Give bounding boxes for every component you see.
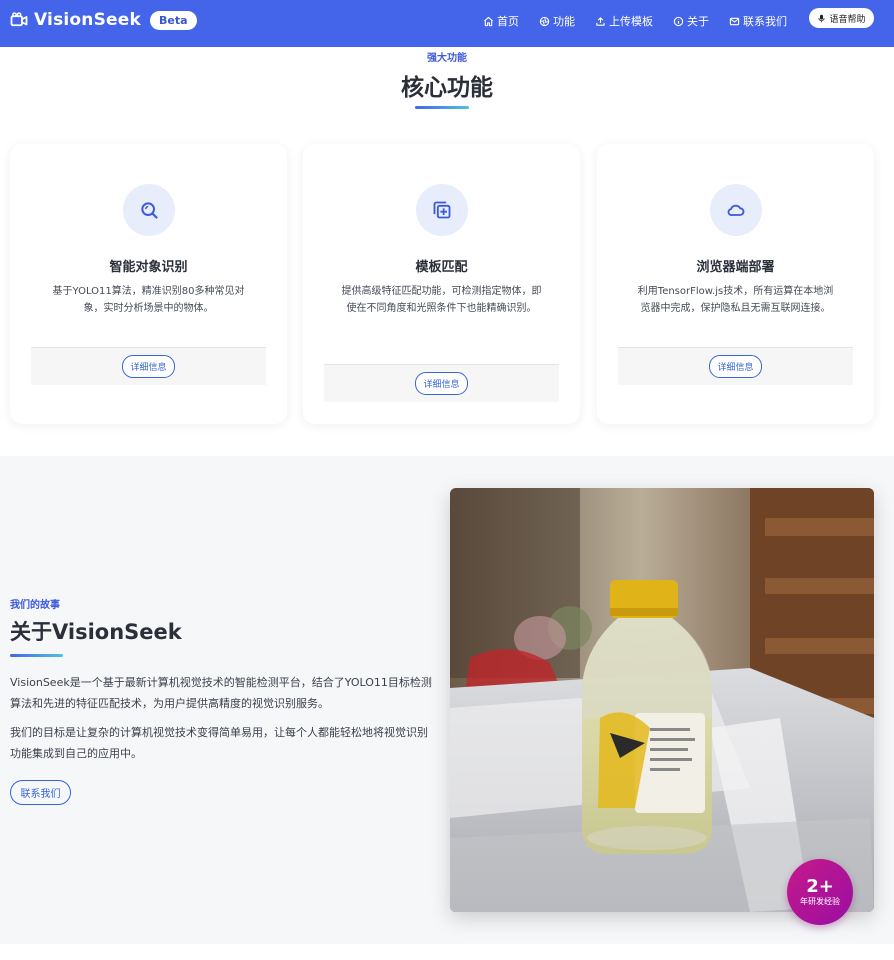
- beta-badge: Beta: [150, 10, 197, 30]
- mail-icon: [729, 17, 740, 25]
- nav-upload-label: 上传模板: [609, 15, 653, 28]
- voice-help-button[interactable]: 语音帮助: [809, 8, 874, 28]
- card-description: 利用TensorFlow.js技术，所有运算在本地浏览器中完成，保护隐私且无需互…: [637, 286, 834, 314]
- card-icon-wrap: [709, 184, 762, 236]
- aperture-icon: [539, 16, 550, 26]
- features-title-underline: [415, 106, 469, 109]
- details-button[interactable]: 详细信息: [122, 355, 175, 378]
- upload-icon: [596, 16, 605, 26]
- video-camera-icon: [10, 12, 28, 27]
- search-icon: [140, 202, 158, 219]
- nav-links: 首页 功能 上传模板 关于 联系我们: [483, 13, 787, 29]
- contact-us-button[interactable]: 联系我们: [10, 780, 71, 805]
- brand-name: VisionSeek: [34, 10, 142, 30]
- card-footer: 详细信息: [618, 347, 853, 385]
- nav-features-label: 功能: [553, 15, 575, 28]
- card-footer: 详细信息: [31, 347, 266, 385]
- nav-contact-label: 联系我们: [743, 15, 787, 28]
- card-footer: 详细信息: [324, 364, 559, 402]
- nav-about[interactable]: 关于: [673, 13, 709, 29]
- experience-label: 年研发经验: [800, 897, 840, 906]
- features-title: 核心功能: [401, 75, 493, 101]
- cloud-icon: [727, 204, 744, 216]
- card-title: 智能对象识别: [109, 260, 188, 275]
- card-icon-wrap: [415, 184, 468, 236]
- template-icon: [433, 201, 450, 219]
- nav-contact[interactable]: 联系我们: [729, 13, 787, 29]
- about-paragraph-2: 我们的目标是让复杂的计算机视觉技术变得简单易用，让每个人都能轻松地将视觉识别功能…: [10, 726, 428, 760]
- features-eyebrow: 强大功能: [427, 53, 467, 64]
- about-paragraph-1: VisionSeek是一个基于最新计算机视觉技术的智能检测平台，结合了YOLO1…: [10, 676, 432, 710]
- bottle-photo-illustration: [450, 488, 874, 912]
- info-icon: [673, 16, 684, 26]
- card-title: 模板匹配: [415, 260, 468, 275]
- feature-card-browser-deploy: 浏览器端部署 利用TensorFlow.js技术，所有运算在本地浏览器中完成，保…: [597, 144, 874, 424]
- nav-upload-template[interactable]: 上传模板: [595, 13, 653, 29]
- nav-home[interactable]: 首页: [483, 13, 519, 29]
- card-title: 浏览器端部署: [696, 260, 775, 275]
- nav-home-label: 首页: [497, 15, 519, 28]
- experience-number: 2+: [806, 876, 834, 897]
- about-title: 关于VisionSeek: [10, 620, 182, 644]
- feature-card-object-detection: 智能对象识别 基于YOLO11算法，精准识别80多种常见对象，实时分析场景中的物…: [10, 144, 287, 424]
- brand[interactable]: VisionSeek Beta: [10, 10, 197, 30]
- feature-card-template-matching: 模板匹配 提供高级特征匹配功能，可检测指定物体，即使在不同角度和光照条件下也能精…: [303, 144, 580, 424]
- microphone-icon: [818, 14, 826, 22]
- about-title-underline: [10, 654, 63, 657]
- details-button[interactable]: 详细信息: [415, 372, 468, 395]
- about-photo: [450, 488, 874, 912]
- navbar: VisionSeek Beta 首页 功能 上传模板 关于 联系我们 语音帮助: [0, 0, 894, 47]
- card-icon-wrap: [122, 184, 175, 236]
- card-description: 基于YOLO11算法，精准识别80多种常见对象，实时分析场景中的物体。: [52, 286, 245, 314]
- nav-about-label: 关于: [687, 15, 709, 28]
- nav-features[interactable]: 功能: [539, 13, 575, 29]
- voice-help-label: 语音帮助: [829, 14, 866, 25]
- card-description: 提供高级特征匹配功能，可检测指定物体，即使在不同角度和光照条件下也能精确识别。: [341, 286, 542, 314]
- experience-badge: 2+ 年研发经验: [787, 859, 853, 925]
- about-eyebrow: 我们的故事: [10, 600, 60, 611]
- details-button[interactable]: 详细信息: [709, 355, 762, 378]
- home-icon: [484, 16, 493, 26]
